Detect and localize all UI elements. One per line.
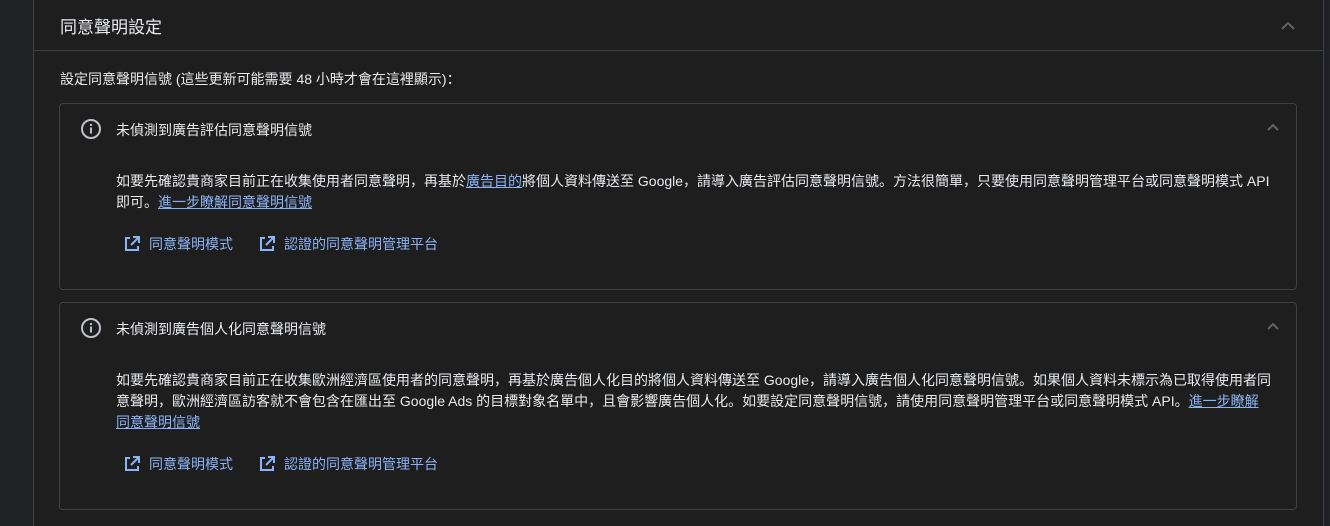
consent-mode-button[interactable]: 同意聲明模式 bbox=[124, 234, 233, 254]
info-icon bbox=[80, 317, 102, 339]
button-label: 認證的同意聲明管理平台 bbox=[284, 236, 438, 252]
card-title: 未偵測到廣告評估同意聲明信號 bbox=[116, 122, 312, 138]
panel-title: 同意聲明設定 bbox=[60, 17, 162, 37]
consent-settings-panel: 同意聲明設定 設定同意聲明信號 (這些更新可能需要 48 小時才會在這裡顯示)：… bbox=[33, 0, 1324, 526]
open-in-new-icon bbox=[260, 236, 275, 251]
button-label: 認證的同意聲明管理平台 bbox=[284, 456, 438, 472]
card-body: 如要先確認貴商家目前正在收集歐洲經濟區使用者的同意聲明，再基於廣告個人化目的將個… bbox=[116, 370, 1272, 433]
button-row: 同意聲明模式 認證的同意聲明管理平台 bbox=[124, 234, 438, 254]
body-text: 如要先確認貴商家目前正在收集使用者同意聲明，再基於 bbox=[116, 173, 466, 189]
info-icon bbox=[80, 118, 102, 140]
button-label: 同意聲明模式 bbox=[149, 456, 233, 472]
chevron-up-icon[interactable] bbox=[1264, 317, 1282, 335]
consent-mode-button[interactable]: 同意聲明模式 bbox=[124, 454, 233, 474]
open-in-new-icon bbox=[260, 456, 275, 471]
open-in-new-icon bbox=[125, 236, 140, 251]
card-title: 未偵測到廣告個人化同意聲明信號 bbox=[116, 321, 326, 337]
ad-measurement-consent-card: 未偵測到廣告評估同意聲明信號 如要先確認貴商家目前正在收集使用者同意聲明，再基於… bbox=[59, 103, 1297, 290]
ad-purposes-link[interactable]: 廣告目的 bbox=[466, 173, 522, 189]
ad-personalization-consent-card: 未偵測到廣告個人化同意聲明信號 如要先確認貴商家目前正在收集歐洲經濟區使用者的同… bbox=[59, 302, 1297, 510]
learn-more-link[interactable]: 進一步瞭解同意聲明信號 bbox=[158, 194, 312, 210]
left-gutter bbox=[0, 0, 33, 526]
chevron-up-icon[interactable] bbox=[1264, 118, 1282, 136]
card-body: 如要先確認貴商家目前正在收集使用者同意聲明，再基於廣告目的將個人資料傳送至 Go… bbox=[116, 171, 1272, 213]
body-text: 如要先確認貴商家目前正在收集歐洲經濟區使用者的同意聲明，再基於廣告個人化目的將個… bbox=[116, 372, 1272, 409]
open-in-new-icon bbox=[125, 456, 140, 471]
certified-cmp-button[interactable]: 認證的同意聲明管理平台 bbox=[259, 234, 438, 254]
intro-text: 設定同意聲明信號 (這些更新可能需要 48 小時才會在這裡顯示)： bbox=[60, 71, 461, 87]
button-row: 同意聲明模式 認證的同意聲明管理平台 bbox=[124, 454, 438, 474]
panel-header[interactable]: 同意聲明設定 bbox=[34, 0, 1323, 51]
button-label: 同意聲明模式 bbox=[149, 236, 233, 252]
certified-cmp-button[interactable]: 認證的同意聲明管理平台 bbox=[259, 454, 438, 474]
chevron-up-icon[interactable] bbox=[1279, 16, 1297, 34]
